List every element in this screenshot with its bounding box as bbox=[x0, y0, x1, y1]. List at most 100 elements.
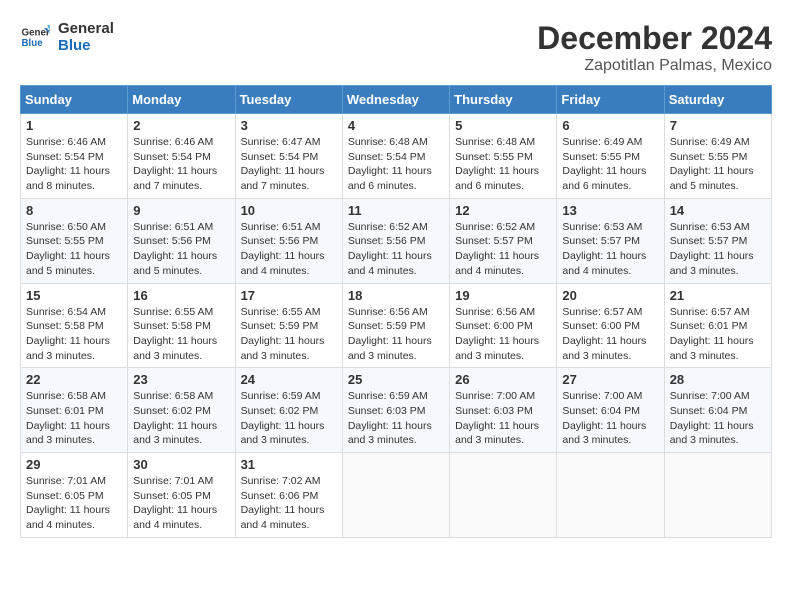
calendar-cell: 11 Sunrise: 6:52 AMSunset: 5:56 PMDaylig… bbox=[342, 198, 449, 283]
day-info: Sunrise: 6:52 AMSunset: 5:56 PMDaylight:… bbox=[348, 221, 432, 277]
calendar-cell: 27 Sunrise: 7:00 AMSunset: 6:04 PMDaylig… bbox=[557, 368, 664, 453]
calendar-cell: 6 Sunrise: 6:49 AMSunset: 5:55 PMDayligh… bbox=[557, 114, 664, 199]
day-number: 3 bbox=[241, 118, 337, 133]
logo-icon: General Blue bbox=[20, 22, 50, 52]
day-number: 5 bbox=[455, 118, 551, 133]
day-number: 15 bbox=[26, 288, 122, 303]
calendar-cell: 30 Sunrise: 7:01 AMSunset: 6:05 PMDaylig… bbox=[128, 453, 235, 538]
header-monday: Monday bbox=[128, 86, 235, 114]
calendar-cell: 25 Sunrise: 6:59 AMSunset: 6:03 PMDaylig… bbox=[342, 368, 449, 453]
header-wednesday: Wednesday bbox=[342, 86, 449, 114]
calendar-cell: 13 Sunrise: 6:53 AMSunset: 5:57 PMDaylig… bbox=[557, 198, 664, 283]
calendar-cell bbox=[342, 453, 449, 538]
day-number: 26 bbox=[455, 372, 551, 387]
day-info: Sunrise: 6:50 AMSunset: 5:55 PMDaylight:… bbox=[26, 221, 110, 277]
logo: General Blue General Blue bbox=[20, 20, 114, 54]
day-info: Sunrise: 6:51 AMSunset: 5:56 PMDaylight:… bbox=[133, 221, 217, 277]
calendar-cell: 12 Sunrise: 6:52 AMSunset: 5:57 PMDaylig… bbox=[450, 198, 557, 283]
week-row-1: 1 Sunrise: 6:46 AMSunset: 5:54 PMDayligh… bbox=[21, 114, 772, 199]
month-title: December 2024 bbox=[537, 20, 772, 57]
calendar-cell: 8 Sunrise: 6:50 AMSunset: 5:55 PMDayligh… bbox=[21, 198, 128, 283]
days-header-row: Sunday Monday Tuesday Wednesday Thursday… bbox=[21, 86, 772, 114]
day-info: Sunrise: 6:56 AMSunset: 6:00 PMDaylight:… bbox=[455, 306, 539, 362]
calendar-cell: 10 Sunrise: 6:51 AMSunset: 5:56 PMDaylig… bbox=[235, 198, 342, 283]
day-number: 23 bbox=[133, 372, 229, 387]
week-row-5: 29 Sunrise: 7:01 AMSunset: 6:05 PMDaylig… bbox=[21, 453, 772, 538]
day-number: 30 bbox=[133, 457, 229, 472]
calendar-cell: 26 Sunrise: 7:00 AMSunset: 6:03 PMDaylig… bbox=[450, 368, 557, 453]
day-info: Sunrise: 6:54 AMSunset: 5:58 PMDaylight:… bbox=[26, 306, 110, 362]
day-info: Sunrise: 6:59 AMSunset: 6:02 PMDaylight:… bbox=[241, 390, 325, 446]
day-number: 10 bbox=[241, 203, 337, 218]
day-info: Sunrise: 7:02 AMSunset: 6:06 PMDaylight:… bbox=[241, 475, 325, 531]
day-info: Sunrise: 6:49 AMSunset: 5:55 PMDaylight:… bbox=[562, 136, 646, 192]
calendar-cell: 23 Sunrise: 6:58 AMSunset: 6:02 PMDaylig… bbox=[128, 368, 235, 453]
day-number: 2 bbox=[133, 118, 229, 133]
day-number: 1 bbox=[26, 118, 122, 133]
header-sunday: Sunday bbox=[21, 86, 128, 114]
day-info: Sunrise: 6:46 AMSunset: 5:54 PMDaylight:… bbox=[26, 136, 110, 192]
calendar-cell: 3 Sunrise: 6:47 AMSunset: 5:54 PMDayligh… bbox=[235, 114, 342, 199]
day-info: Sunrise: 6:56 AMSunset: 5:59 PMDaylight:… bbox=[348, 306, 432, 362]
calendar-cell: 31 Sunrise: 7:02 AMSunset: 6:06 PMDaylig… bbox=[235, 453, 342, 538]
calendar-cell: 18 Sunrise: 6:56 AMSunset: 5:59 PMDaylig… bbox=[342, 283, 449, 368]
day-info: Sunrise: 6:57 AMSunset: 6:01 PMDaylight:… bbox=[670, 306, 754, 362]
calendar-cell: 20 Sunrise: 6:57 AMSunset: 6:00 PMDaylig… bbox=[557, 283, 664, 368]
day-info: Sunrise: 7:00 AMSunset: 6:03 PMDaylight:… bbox=[455, 390, 539, 446]
calendar-cell: 17 Sunrise: 6:55 AMSunset: 5:59 PMDaylig… bbox=[235, 283, 342, 368]
day-number: 14 bbox=[670, 203, 766, 218]
logo-general: General bbox=[58, 20, 114, 37]
calendar-cell bbox=[450, 453, 557, 538]
day-number: 8 bbox=[26, 203, 122, 218]
day-number: 16 bbox=[133, 288, 229, 303]
day-number: 7 bbox=[670, 118, 766, 133]
day-info: Sunrise: 6:58 AMSunset: 6:01 PMDaylight:… bbox=[26, 390, 110, 446]
day-number: 25 bbox=[348, 372, 444, 387]
calendar-cell: 16 Sunrise: 6:55 AMSunset: 5:58 PMDaylig… bbox=[128, 283, 235, 368]
day-info: Sunrise: 7:01 AMSunset: 6:05 PMDaylight:… bbox=[133, 475, 217, 531]
day-info: Sunrise: 6:51 AMSunset: 5:56 PMDaylight:… bbox=[241, 221, 325, 277]
day-number: 22 bbox=[26, 372, 122, 387]
week-row-2: 8 Sunrise: 6:50 AMSunset: 5:55 PMDayligh… bbox=[21, 198, 772, 283]
day-info: Sunrise: 7:00 AMSunset: 6:04 PMDaylight:… bbox=[670, 390, 754, 446]
day-info: Sunrise: 6:52 AMSunset: 5:57 PMDaylight:… bbox=[455, 221, 539, 277]
day-number: 12 bbox=[455, 203, 551, 218]
day-number: 9 bbox=[133, 203, 229, 218]
calendar-cell: 2 Sunrise: 6:46 AMSunset: 5:54 PMDayligh… bbox=[128, 114, 235, 199]
day-number: 20 bbox=[562, 288, 658, 303]
day-number: 24 bbox=[241, 372, 337, 387]
calendar-cell: 28 Sunrise: 7:00 AMSunset: 6:04 PMDaylig… bbox=[664, 368, 771, 453]
day-number: 27 bbox=[562, 372, 658, 387]
location: Zapotitlan Palmas, Mexico bbox=[537, 57, 772, 75]
day-number: 13 bbox=[562, 203, 658, 218]
day-number: 19 bbox=[455, 288, 551, 303]
day-info: Sunrise: 6:55 AMSunset: 5:58 PMDaylight:… bbox=[133, 306, 217, 362]
day-info: Sunrise: 6:58 AMSunset: 6:02 PMDaylight:… bbox=[133, 390, 217, 446]
calendar-cell: 9 Sunrise: 6:51 AMSunset: 5:56 PMDayligh… bbox=[128, 198, 235, 283]
calendar-cell: 14 Sunrise: 6:53 AMSunset: 5:57 PMDaylig… bbox=[664, 198, 771, 283]
day-number: 31 bbox=[241, 457, 337, 472]
day-info: Sunrise: 6:48 AMSunset: 5:54 PMDaylight:… bbox=[348, 136, 432, 192]
day-info: Sunrise: 6:47 AMSunset: 5:54 PMDaylight:… bbox=[241, 136, 325, 192]
logo-blue: Blue bbox=[58, 37, 114, 54]
day-info: Sunrise: 6:57 AMSunset: 6:00 PMDaylight:… bbox=[562, 306, 646, 362]
day-number: 4 bbox=[348, 118, 444, 133]
calendar-cell: 1 Sunrise: 6:46 AMSunset: 5:54 PMDayligh… bbox=[21, 114, 128, 199]
day-info: Sunrise: 7:01 AMSunset: 6:05 PMDaylight:… bbox=[26, 475, 110, 531]
header-tuesday: Tuesday bbox=[235, 86, 342, 114]
calendar-cell: 21 Sunrise: 6:57 AMSunset: 6:01 PMDaylig… bbox=[664, 283, 771, 368]
day-info: Sunrise: 6:59 AMSunset: 6:03 PMDaylight:… bbox=[348, 390, 432, 446]
day-number: 17 bbox=[241, 288, 337, 303]
calendar-cell: 5 Sunrise: 6:48 AMSunset: 5:55 PMDayligh… bbox=[450, 114, 557, 199]
header-friday: Friday bbox=[557, 86, 664, 114]
day-info: Sunrise: 6:49 AMSunset: 5:55 PMDaylight:… bbox=[670, 136, 754, 192]
header-saturday: Saturday bbox=[664, 86, 771, 114]
day-number: 18 bbox=[348, 288, 444, 303]
calendar-table: Sunday Monday Tuesday Wednesday Thursday… bbox=[20, 85, 772, 538]
calendar-cell bbox=[664, 453, 771, 538]
title-block: December 2024 Zapotitlan Palmas, Mexico bbox=[537, 20, 772, 75]
day-info: Sunrise: 6:53 AMSunset: 5:57 PMDaylight:… bbox=[562, 221, 646, 277]
day-info: Sunrise: 6:53 AMSunset: 5:57 PMDaylight:… bbox=[670, 221, 754, 277]
week-row-3: 15 Sunrise: 6:54 AMSunset: 5:58 PMDaylig… bbox=[21, 283, 772, 368]
day-number: 21 bbox=[670, 288, 766, 303]
